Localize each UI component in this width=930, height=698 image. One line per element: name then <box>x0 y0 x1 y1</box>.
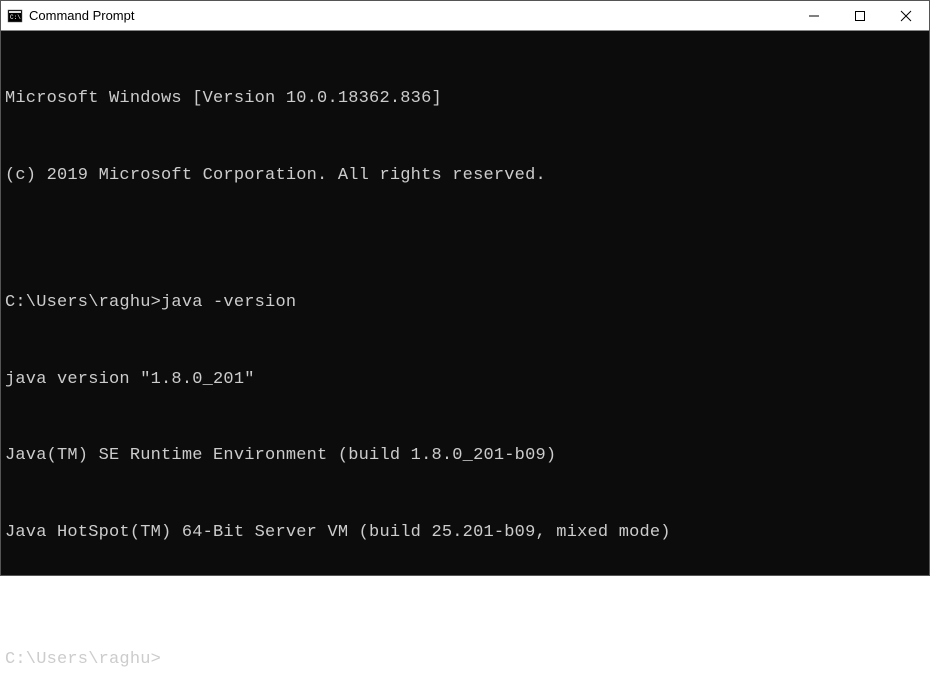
minimize-button[interactable] <box>791 1 837 30</box>
terminal-line: C:\Users\raghu>java -version <box>5 290 925 316</box>
terminal-line: Microsoft Windows [Version 10.0.18362.83… <box>5 86 925 112</box>
terminal-line: java version "1.8.0_201" <box>5 367 925 393</box>
maximize-button[interactable] <box>837 1 883 30</box>
terminal-prompt: C:\Users\raghu> <box>5 647 925 673</box>
terminal-output[interactable]: Microsoft Windows [Version 10.0.18362.83… <box>1 31 929 575</box>
terminal-line: (c) 2019 Microsoft Corporation. All righ… <box>5 163 925 189</box>
prompt-text: C:\Users\raghu> <box>5 650 161 669</box>
svg-text:C:\: C:\ <box>10 14 21 21</box>
titlebar: C:\ Command Prompt <box>1 1 929 31</box>
cursor <box>161 651 170 669</box>
terminal-line: Java(TM) SE Runtime Environment (build 1… <box>5 443 925 469</box>
terminal-line: Java HotSpot(TM) 64-Bit Server VM (build… <box>5 520 925 546</box>
window-controls <box>791 1 929 30</box>
close-button[interactable] <box>883 1 929 30</box>
app-icon: C:\ <box>7 8 23 24</box>
window-title: Command Prompt <box>29 8 791 23</box>
